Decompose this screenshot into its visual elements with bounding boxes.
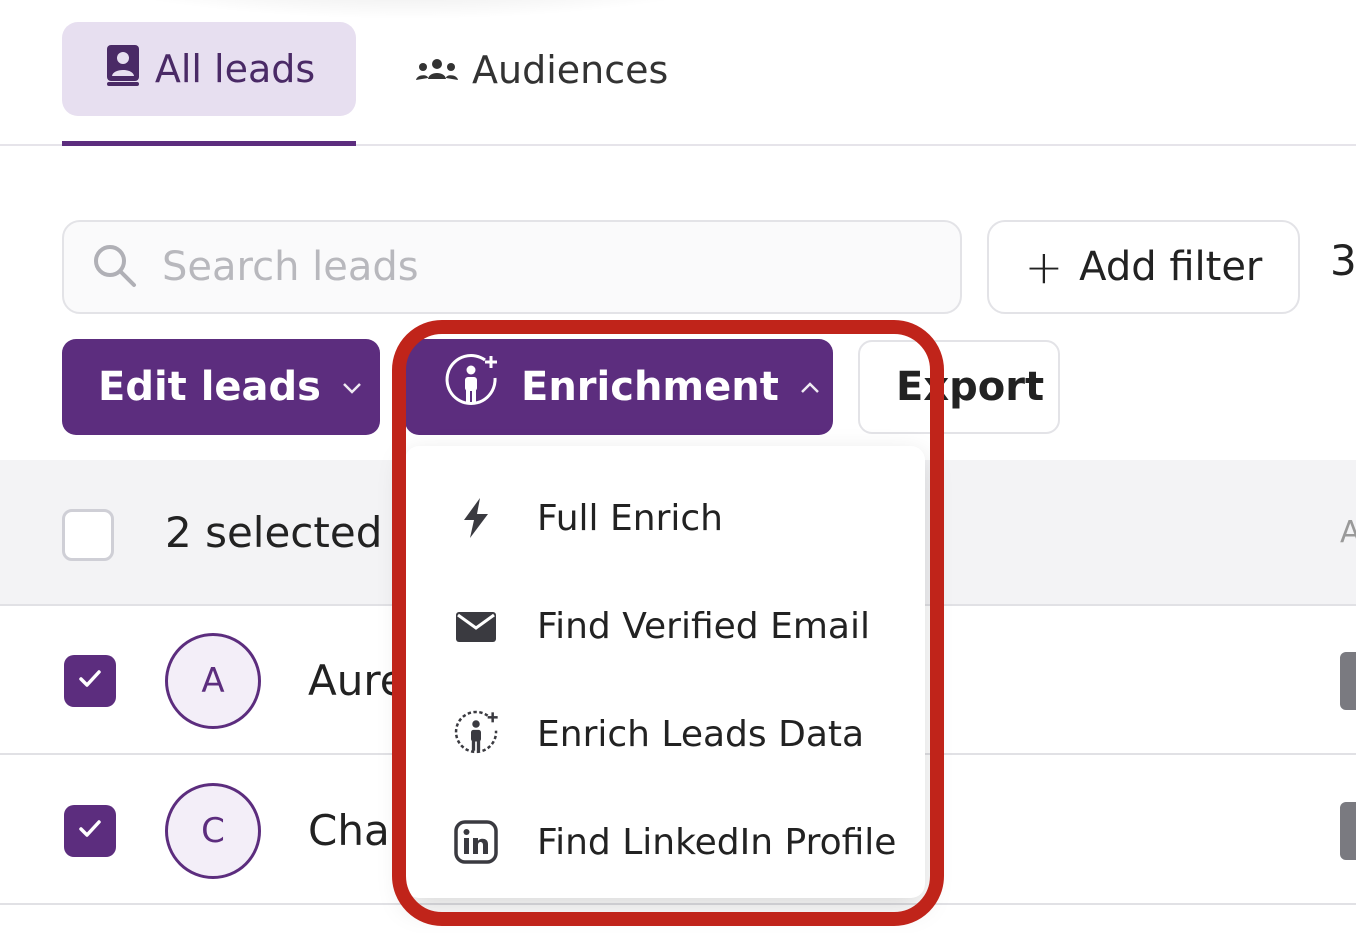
chevron-down-icon: [341, 372, 363, 402]
envelope-icon: [451, 601, 501, 651]
row-action-chip[interactable]: [1340, 802, 1356, 860]
lead-count: 3: [1330, 236, 1356, 285]
selected-count: 2 selected: [165, 508, 383, 557]
checkmark-icon: [75, 664, 105, 698]
add-filter-button[interactable]: + Add filter: [987, 220, 1300, 314]
checkmark-icon: [75, 814, 105, 848]
linkedin-icon: [451, 817, 501, 867]
person-enrich-icon: [441, 352, 501, 422]
person-enrich-icon: [451, 709, 501, 759]
search-input[interactable]: [162, 244, 862, 290]
menu-item-find-linkedin-profile[interactable]: Find LinkedIn Profile: [405, 792, 925, 892]
tab-audiences[interactable]: Audiences: [414, 30, 668, 110]
add-filter-label: Add filter: [1079, 244, 1263, 290]
search-icon: [90, 241, 138, 293]
menu-item-enrich-leads-data[interactable]: Enrich Leads Data: [405, 684, 925, 784]
select-all-checkbox[interactable]: [62, 509, 114, 561]
column-header-cut: A: [1340, 515, 1356, 550]
people-group-icon: [414, 48, 460, 92]
menu-item-label: Enrich Leads Data: [537, 713, 865, 755]
lead-name[interactable]: Aure: [308, 656, 406, 705]
edit-leads-label: Edit leads: [98, 364, 321, 410]
menu-item-label: Full Enrich: [537, 497, 723, 539]
export-label: Export: [896, 364, 1045, 410]
edit-leads-button[interactable]: Edit leads: [62, 339, 380, 435]
tab-all-leads[interactable]: All leads: [62, 22, 356, 116]
lightning-icon: [451, 493, 501, 543]
enrichment-dropdown: Full Enrich Find Verified Email Enrich L…: [405, 446, 925, 898]
enrichment-button[interactable]: Enrichment: [405, 339, 833, 435]
active-tab-indicator: [62, 141, 356, 146]
row-action-chip[interactable]: [1340, 652, 1356, 710]
row-checkbox[interactable]: [64, 805, 116, 857]
row-checkbox[interactable]: [64, 655, 116, 707]
menu-item-find-verified-email[interactable]: Find Verified Email: [405, 576, 925, 676]
export-button[interactable]: Export: [858, 340, 1060, 434]
plus-icon: +: [1024, 240, 1064, 294]
tab-audiences-label: Audiences: [472, 48, 669, 92]
avatar: C: [165, 783, 261, 879]
tab-bar: All leads Audiences: [0, 0, 1356, 146]
chevron-up-icon: [799, 372, 821, 402]
menu-item-label: Find LinkedIn Profile: [537, 821, 897, 863]
menu-item-full-enrich[interactable]: Full Enrich: [405, 468, 925, 568]
menu-item-label: Find Verified Email: [537, 605, 870, 647]
lead-name[interactable]: Cha: [308, 806, 390, 855]
tab-all-leads-label: All leads: [154, 47, 316, 91]
avatar: A: [165, 633, 261, 729]
search-box: [62, 220, 962, 314]
enrichment-label: Enrichment: [521, 364, 779, 410]
contact-book-icon: [103, 43, 143, 96]
